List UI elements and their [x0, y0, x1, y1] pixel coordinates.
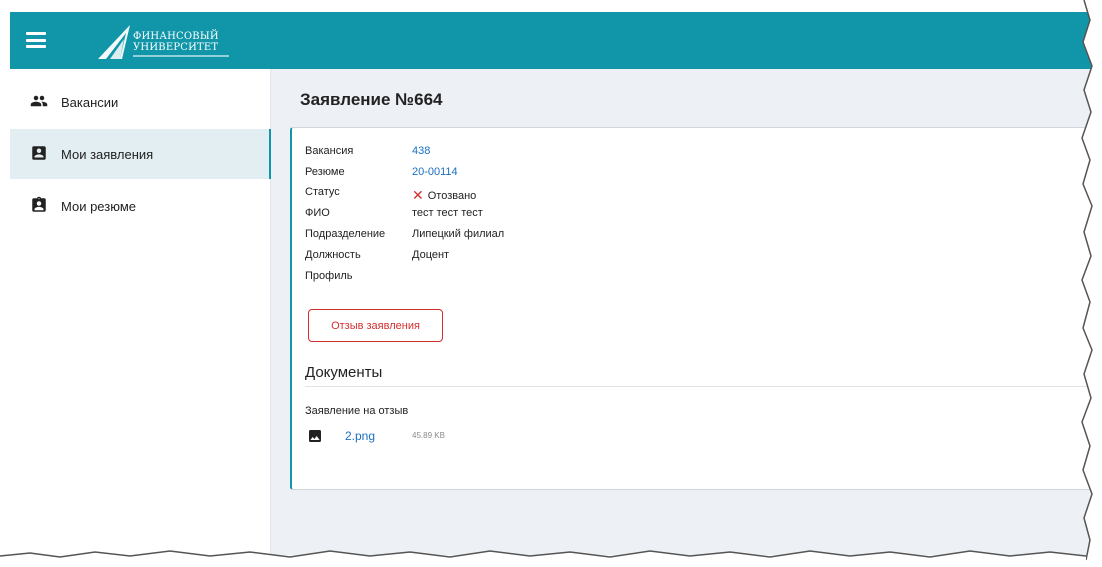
vacancy-link[interactable]: 438	[412, 145, 430, 157]
field-label: Статус	[305, 186, 340, 198]
status-text: Отозвано	[427, 190, 477, 202]
university-logo: ФИНАНСОВЫЙ УНИВЕРСИТЕТ	[96, 21, 236, 63]
top-app-bar: ФИНАНСОВЫЙ УНИВЕРСИТЕТ	[10, 12, 1092, 69]
field-label: Резюме	[305, 166, 345, 178]
field-label: Должность	[305, 249, 361, 261]
department-value: Липецкий филиал	[412, 228, 505, 240]
logo-text-line2: УНИВЕРСИТЕТ	[133, 42, 219, 53]
sidebar-item-label: Мои резюме	[61, 198, 136, 214]
documents-divider	[305, 386, 1102, 387]
clipboard-account-icon	[30, 196, 48, 214]
document-file-item: 2.png 45.89 KB	[305, 428, 605, 446]
sidebar-item-my-resumes[interactable]: Мои резюме	[10, 181, 271, 231]
withdraw-application-button[interactable]: Отзыв заявления	[308, 309, 443, 342]
document-file-size: 45.89 KB	[412, 431, 445, 440]
resume-link[interactable]: 20-00114	[412, 166, 458, 178]
page-title: Заявление №664	[300, 90, 443, 109]
sidebar: Вакансии Мои заявления Мои резюме	[10, 69, 272, 555]
menu-icon[interactable]	[26, 32, 46, 48]
logo-text-line1: ФИНАНСОВЫЙ	[133, 31, 219, 42]
field-label: Профиль	[305, 270, 353, 282]
documents-heading: Документы	[305, 364, 383, 381]
status-value: ✕ Отозвано	[412, 186, 476, 203]
field-label: ФИО	[305, 207, 330, 219]
document-caption: Заявление на отзыв	[305, 405, 409, 417]
main-content: Заявление №664 Вакансия 438 Резюме 20-00…	[271, 69, 1102, 555]
image-icon	[307, 428, 323, 444]
account-box-icon	[30, 144, 48, 162]
close-icon: ✕	[412, 187, 424, 203]
people-icon	[30, 92, 48, 110]
sidebar-item-vacancies[interactable]: Вакансии	[10, 77, 271, 127]
sidebar-item-label: Вакансии	[61, 94, 119, 110]
position-value: Доцент	[412, 249, 450, 261]
sidebar-item-label: Мои заявления	[61, 146, 154, 162]
application-card: Вакансия 438 Резюме 20-00114 Статус ✕ Ото…	[290, 127, 1102, 490]
field-label: Вакансия	[305, 145, 354, 157]
sidebar-item-my-applications[interactable]: Мои заявления	[10, 129, 272, 179]
field-label: Подразделение	[305, 228, 386, 240]
fullname-value: тест тест тест	[412, 207, 483, 219]
document-file-link[interactable]: 2.png	[345, 429, 375, 443]
logo-tagline	[133, 55, 229, 57]
